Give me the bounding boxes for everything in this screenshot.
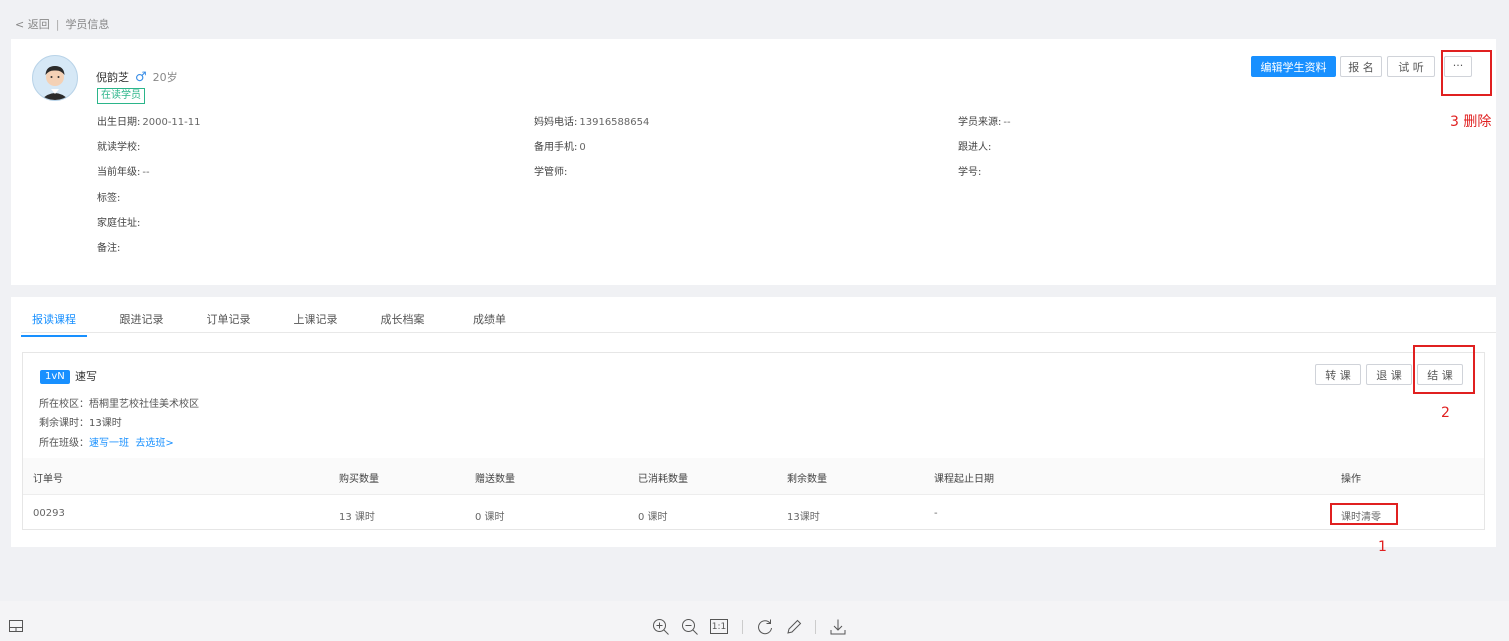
birth-field: 出生日期: 2000-11-11 [97, 113, 201, 128]
breadcrumb-separator: | [55, 18, 60, 31]
cell-bought: 13 课时 [339, 512, 375, 523]
tags-field: 标签: [97, 189, 122, 204]
birth-label: 出生日期: [97, 117, 141, 128]
enroll-button[interactable]: 报 名 [1340, 56, 1382, 77]
avatar [32, 55, 78, 101]
col-gift: 赠送数量 [475, 474, 515, 485]
back-link[interactable]: < 返回 [15, 18, 50, 31]
annotation-box-3 [1441, 50, 1492, 96]
mom-phone-label: 妈妈电话: [534, 117, 578, 128]
backup-phone-field: 备用手机: 0 [534, 138, 586, 153]
school-label: 就读学校: [97, 142, 141, 153]
mom-phone-field: 妈妈电话: 13916588654 [534, 113, 649, 128]
grade-value: -- [142, 167, 150, 178]
follower-field: 跟进人: [958, 138, 993, 153]
col-used: 已消耗数量 [638, 474, 688, 485]
source-field: 学员来源: -- [958, 113, 1011, 128]
col-dates: 课程起止日期 [934, 474, 994, 485]
tab-divider [21, 332, 1496, 333]
annotation-label-2: 2 [1441, 405, 1450, 421]
toolbar-divider [815, 620, 816, 634]
mom-phone-value: 13916588654 [579, 117, 650, 128]
student-no-label: 学号: [958, 167, 982, 178]
manager-label: 学管师: [534, 167, 568, 178]
tab-orders[interactable]: 订单记录 [185, 311, 272, 337]
address-field: 家庭住址: [97, 214, 142, 229]
course-class-label: 所在班级： [39, 438, 89, 449]
tab-enrolled-courses[interactable]: 报读课程 [21, 311, 87, 337]
student-age: 20岁 [152, 71, 178, 84]
backup-phone-label: 备用手机: [534, 142, 578, 153]
zoom-out-icon[interactable] [681, 618, 699, 639]
download-icon[interactable] [829, 618, 847, 639]
breadcrumb-current: 学员信息 [65, 18, 110, 31]
col-remaining: 剩余数量 [787, 474, 827, 485]
source-value: -- [1003, 117, 1011, 128]
remark-field: 备注: [97, 239, 122, 254]
address-label: 家庭住址: [97, 218, 141, 229]
cell-gift: 0 课时 [475, 512, 505, 523]
viewer-toolbar: 1:1 [0, 601, 1509, 641]
tab-transcript[interactable]: 成绩单 [446, 311, 533, 337]
choose-class-link[interactable]: 去选班> [135, 438, 173, 449]
cell-remaining: 13课时 [787, 512, 820, 523]
manager-field: 学管师: [534, 163, 569, 178]
col-operation: 操作 [1341, 474, 1361, 485]
annotation-box-1 [1330, 503, 1398, 525]
class-name-link[interactable]: 速写一班 [89, 438, 129, 449]
rotate-icon[interactable] [756, 618, 774, 639]
tab-growth-archive[interactable]: 成长档案 [359, 311, 446, 337]
tab-follow-up[interactable]: 跟进记录 [98, 311, 185, 337]
panel-icon[interactable] [8, 618, 24, 637]
trial-button[interactable]: 试 听 [1387, 56, 1435, 77]
school-field: 就读学校: [97, 138, 142, 153]
col-bought: 购买数量 [339, 474, 379, 485]
backup-phone-value: 0 [579, 142, 586, 153]
annotation-box-2 [1413, 345, 1475, 394]
tab-bar: 报读课程 跟进记录 订单记录 上课记录 成长档案 成绩单 [21, 311, 533, 337]
course-panel: 报读课程 跟进记录 订单记录 上课记录 成长档案 成绩单 1vN 速写 所在校区… [11, 297, 1496, 547]
student-info-card: 倪韵芝 ♂ 20岁 在读学员 出生日期: 2000-11-11 就读学校: 当前年… [11, 39, 1496, 285]
course-name: 速写 [75, 370, 97, 383]
tags-label: 标签: [97, 193, 121, 204]
course-campus: 所在校区：梧桐里艺校社佳美术校区 [39, 399, 199, 410]
grade-field: 当前年级: -- [97, 163, 150, 178]
cell-used: 0 课时 [638, 512, 668, 523]
student-name: 倪韵芝 [96, 71, 129, 84]
col-order-no: 订单号 [33, 474, 63, 485]
annotation-label-1: 1 [1378, 539, 1387, 555]
male-icon: ♂ [135, 69, 147, 85]
table-row: 00293 13 课时 0 课时 0 课时 13课时 - 课时清零 [23, 494, 1484, 531]
actual-size-icon[interactable]: 1:1 [710, 619, 728, 634]
remark-label: 备注: [97, 243, 121, 254]
refund-course-button[interactable]: 退 课 [1366, 364, 1412, 385]
tab-class-records[interactable]: 上课记录 [272, 311, 359, 337]
grade-label: 当前年级: [97, 167, 141, 178]
zoom-in-icon[interactable] [652, 618, 670, 639]
annotation-label-3: 3 删除 [1450, 114, 1492, 130]
course-type-badge: 1vN [40, 370, 70, 384]
toolbar-divider [742, 620, 743, 634]
source-label: 学员来源: [958, 117, 1002, 128]
follower-label: 跟进人: [958, 142, 992, 153]
transfer-course-button[interactable]: 转 课 [1315, 364, 1361, 385]
status-badge: 在读学员 [97, 88, 145, 104]
breadcrumb: < 返回 | 学员信息 [15, 16, 109, 32]
student-no-field: 学号: [958, 163, 983, 178]
course-card: 1vN 速写 所在校区：梧桐里艺校社佳美术校区 剩余课时：13课时 所在班级：速… [22, 352, 1485, 530]
course-class: 所在班级：速写一班 去选班> [39, 434, 174, 449]
order-number-link[interactable]: 00293 [33, 508, 65, 519]
birth-value: 2000-11-11 [142, 117, 201, 128]
student-name-row: 倪韵芝 ♂ 20岁 [96, 69, 178, 85]
edit-student-button[interactable]: 编辑学生资料 [1251, 56, 1336, 77]
course-remaining: 剩余课时：13课时 [39, 418, 122, 429]
pen-icon[interactable] [785, 618, 803, 639]
table-header: 订单号 购买数量 赠送数量 已消耗数量 剩余数量 课程起止日期 操作 [23, 458, 1484, 494]
cell-dates: - [934, 508, 938, 519]
